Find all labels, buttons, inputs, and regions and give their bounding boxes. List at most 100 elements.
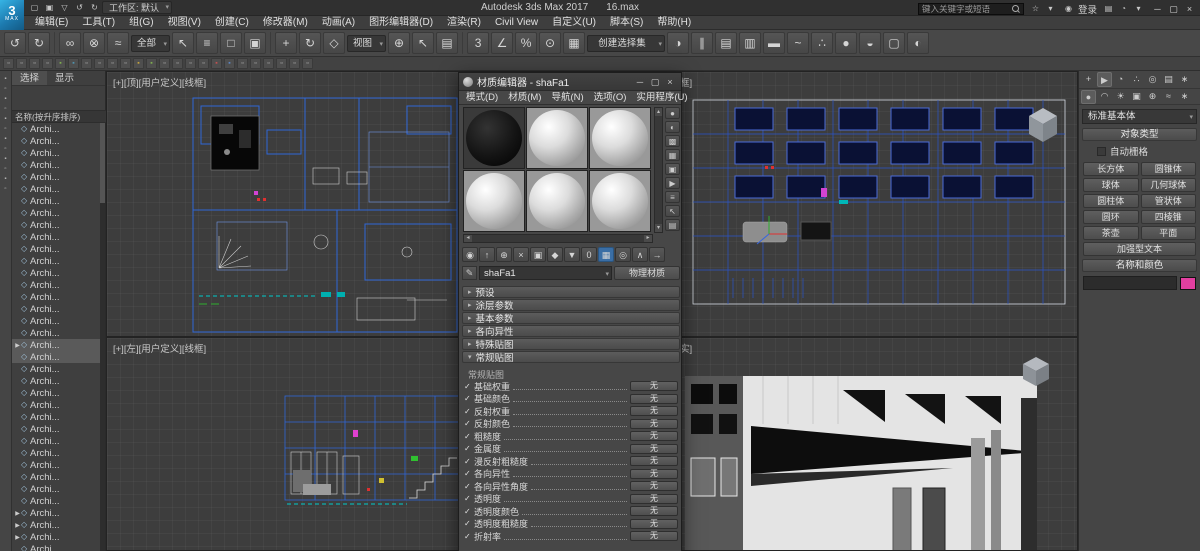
map-none-button[interactable]: 无 (630, 381, 678, 391)
toolbar2-icon[interactable]: ▫ (237, 58, 248, 69)
map-none-button[interactable]: 无 (630, 406, 678, 416)
select-manipulate-icon[interactable]: ↖ (412, 32, 434, 54)
map-enable-checkbox[interactable] (464, 507, 474, 516)
mirror-icon[interactable]: ◑ (667, 32, 689, 54)
save-file-icon[interactable]: ▽ (58, 2, 71, 14)
get-material-icon[interactable]: ◉ (462, 247, 478, 262)
select-by-name-icon[interactable]: ≡ (196, 32, 218, 54)
percent-snap-icon[interactable]: % (515, 32, 537, 54)
put-to-library-icon[interactable]: ▼ (564, 247, 580, 262)
explorer-row[interactable]: ▶ Archi... (12, 519, 100, 531)
dock-toolbar-icon[interactable]: ▪ (4, 76, 6, 82)
dock-toolbar-icon[interactable]: ▫ (4, 166, 6, 172)
open-file-icon[interactable]: ▣ (43, 2, 56, 14)
explorer-row[interactable]: Archi... (12, 411, 100, 423)
primitive-button[interactable]: 球体 (1083, 178, 1139, 192)
panel-expand-icon[interactable]: + (1081, 72, 1096, 87)
menu-item[interactable]: 帮助(H) (650, 16, 698, 30)
rollout-header[interactable]: 常规贴图 (462, 351, 680, 363)
selection-set-combo[interactable]: 创建选择集 (587, 35, 665, 52)
toolbar2-icon[interactable]: ▪ (224, 58, 235, 69)
render-production-icon[interactable]: ◐ (907, 32, 929, 54)
modify-tab-icon[interactable]: ◔ (1113, 72, 1128, 87)
slots-vertical-scrollbar[interactable]: ▴ ▾ (654, 107, 663, 233)
bind-to-spacewarp-icon[interactable]: ≈ (107, 32, 129, 54)
explorer-scrollbar[interactable] (100, 123, 105, 551)
explorer-row[interactable]: Archi... (12, 351, 100, 363)
primitive-button[interactable]: 几何球体 (1141, 178, 1197, 192)
unlink-selection-icon[interactable]: ⊗ (83, 32, 105, 54)
toolbar2-icon[interactable]: ▪ (146, 58, 157, 69)
viewport-label[interactable]: [+][顶][用户定义][线框] (113, 75, 206, 89)
explorer-row[interactable]: Archi... (12, 207, 100, 219)
scroll-right-icon[interactable]: ▸ (644, 235, 652, 242)
material-sample-slot[interactable] (526, 170, 588, 232)
explorer-row[interactable]: Archi... (12, 231, 100, 243)
explorer-row[interactable]: Archi... (12, 435, 100, 447)
primitive-category-dropdown[interactable]: 标准基本体 (1082, 109, 1197, 124)
toolbar2-icon[interactable]: ▫ (81, 58, 92, 69)
map-enable-checkbox[interactable] (464, 532, 474, 541)
autogrid-checkbox[interactable] (1097, 147, 1106, 156)
explorer-row[interactable]: Archi... (12, 183, 100, 195)
menu-item[interactable]: 编辑(E) (28, 16, 75, 30)
sample-type-icon[interactable]: ● (665, 107, 680, 119)
rotate-icon[interactable]: ↻ (299, 32, 321, 54)
map-enable-checkbox[interactable] (464, 519, 474, 528)
map-enable-checkbox[interactable] (464, 432, 474, 441)
primitive-button[interactable]: 四棱锥 (1141, 210, 1197, 224)
explorer-row[interactable]: Archi... (12, 495, 100, 507)
toolbar2-icon[interactable]: ▫ (159, 58, 170, 69)
redo-quick-icon[interactable]: ↻ (88, 2, 101, 14)
expand-arrow-icon[interactable]: ▶ (14, 522, 21, 529)
map-enable-checkbox[interactable] (464, 382, 474, 391)
infocenter-search[interactable]: 键入关键字或短语 (918, 3, 1024, 15)
move-icon[interactable]: + (275, 32, 297, 54)
redo-icon[interactable]: ↻ (28, 32, 50, 54)
explorer-row[interactable]: Archi... (12, 399, 100, 411)
object-name-input[interactable] (1083, 276, 1177, 290)
notifications-icon[interactable]: ◔ (1117, 3, 1130, 15)
options-icon[interactable]: ≡ (665, 191, 680, 203)
curve-editor-icon[interactable]: ~ (787, 32, 809, 54)
show-end-result-icon[interactable]: ◎ (615, 247, 631, 262)
map-enable-checkbox[interactable] (464, 419, 474, 428)
primitive-button[interactable]: 加强型文本 (1083, 242, 1196, 256)
primitive-button[interactable]: 茶壶 (1083, 226, 1139, 240)
viewport-label[interactable]: [+][左][用户定义][线框] (113, 341, 206, 355)
search-icon[interactable] (1012, 5, 1020, 13)
explorer-row[interactable]: Archi... (12, 543, 100, 551)
explorer-tab[interactable]: 选择 (12, 71, 47, 85)
select-by-material-icon[interactable]: ↖ (665, 205, 680, 217)
selection-filter-combo[interactable]: 全部 (131, 35, 170, 52)
favorites-icon[interactable]: ☆ (1029, 3, 1042, 15)
lights-category-icon[interactable]: ☀ (1113, 90, 1128, 104)
me-menu-item[interactable]: 选项(O) (589, 91, 632, 104)
me-maximize-button[interactable]: ▢ (648, 76, 662, 88)
me-menu-item[interactable]: 材质(M) (503, 91, 546, 104)
map-none-button[interactable]: 无 (630, 469, 678, 479)
object-color-swatch[interactable] (1180, 277, 1196, 290)
angle-snap-icon[interactable]: ∠ (491, 32, 513, 54)
background-icon[interactable]: ▩ (665, 135, 680, 147)
material-sample-slot[interactable] (589, 170, 651, 232)
go-forward-icon[interactable]: → (649, 247, 665, 262)
toolbar2-icon[interactable]: ▫ (29, 58, 40, 69)
map-none-button[interactable]: 无 (630, 444, 678, 454)
toolbar2-icon[interactable]: ▫ (250, 58, 261, 69)
search-dropdown-icon[interactable]: ▾ (1044, 3, 1057, 15)
toolbar2-icon[interactable]: ▫ (198, 58, 209, 69)
explorer-row[interactable]: Archi... (12, 135, 100, 147)
maximize-button[interactable]: ▢ (1166, 3, 1181, 15)
workspace-selector[interactable]: 工作区: 默认 (102, 1, 172, 14)
make-unique-icon[interactable]: ◆ (547, 247, 563, 262)
menu-item[interactable]: 工具(T) (75, 16, 122, 30)
toolbar2-icon[interactable]: ▫ (276, 58, 287, 69)
create-tab-icon[interactable]: ▶ (1097, 72, 1112, 87)
dock-toolbar-icon[interactable]: ▫ (4, 186, 6, 192)
map-enable-checkbox[interactable] (464, 394, 474, 403)
rendered-frame-icon[interactable]: ▢ (883, 32, 905, 54)
explorer-row[interactable]: Archi... (12, 471, 100, 483)
reference-coordinate-combo[interactable]: 视图 (347, 35, 386, 52)
autodesk-account-icon[interactable]: ▤ (1102, 3, 1115, 15)
